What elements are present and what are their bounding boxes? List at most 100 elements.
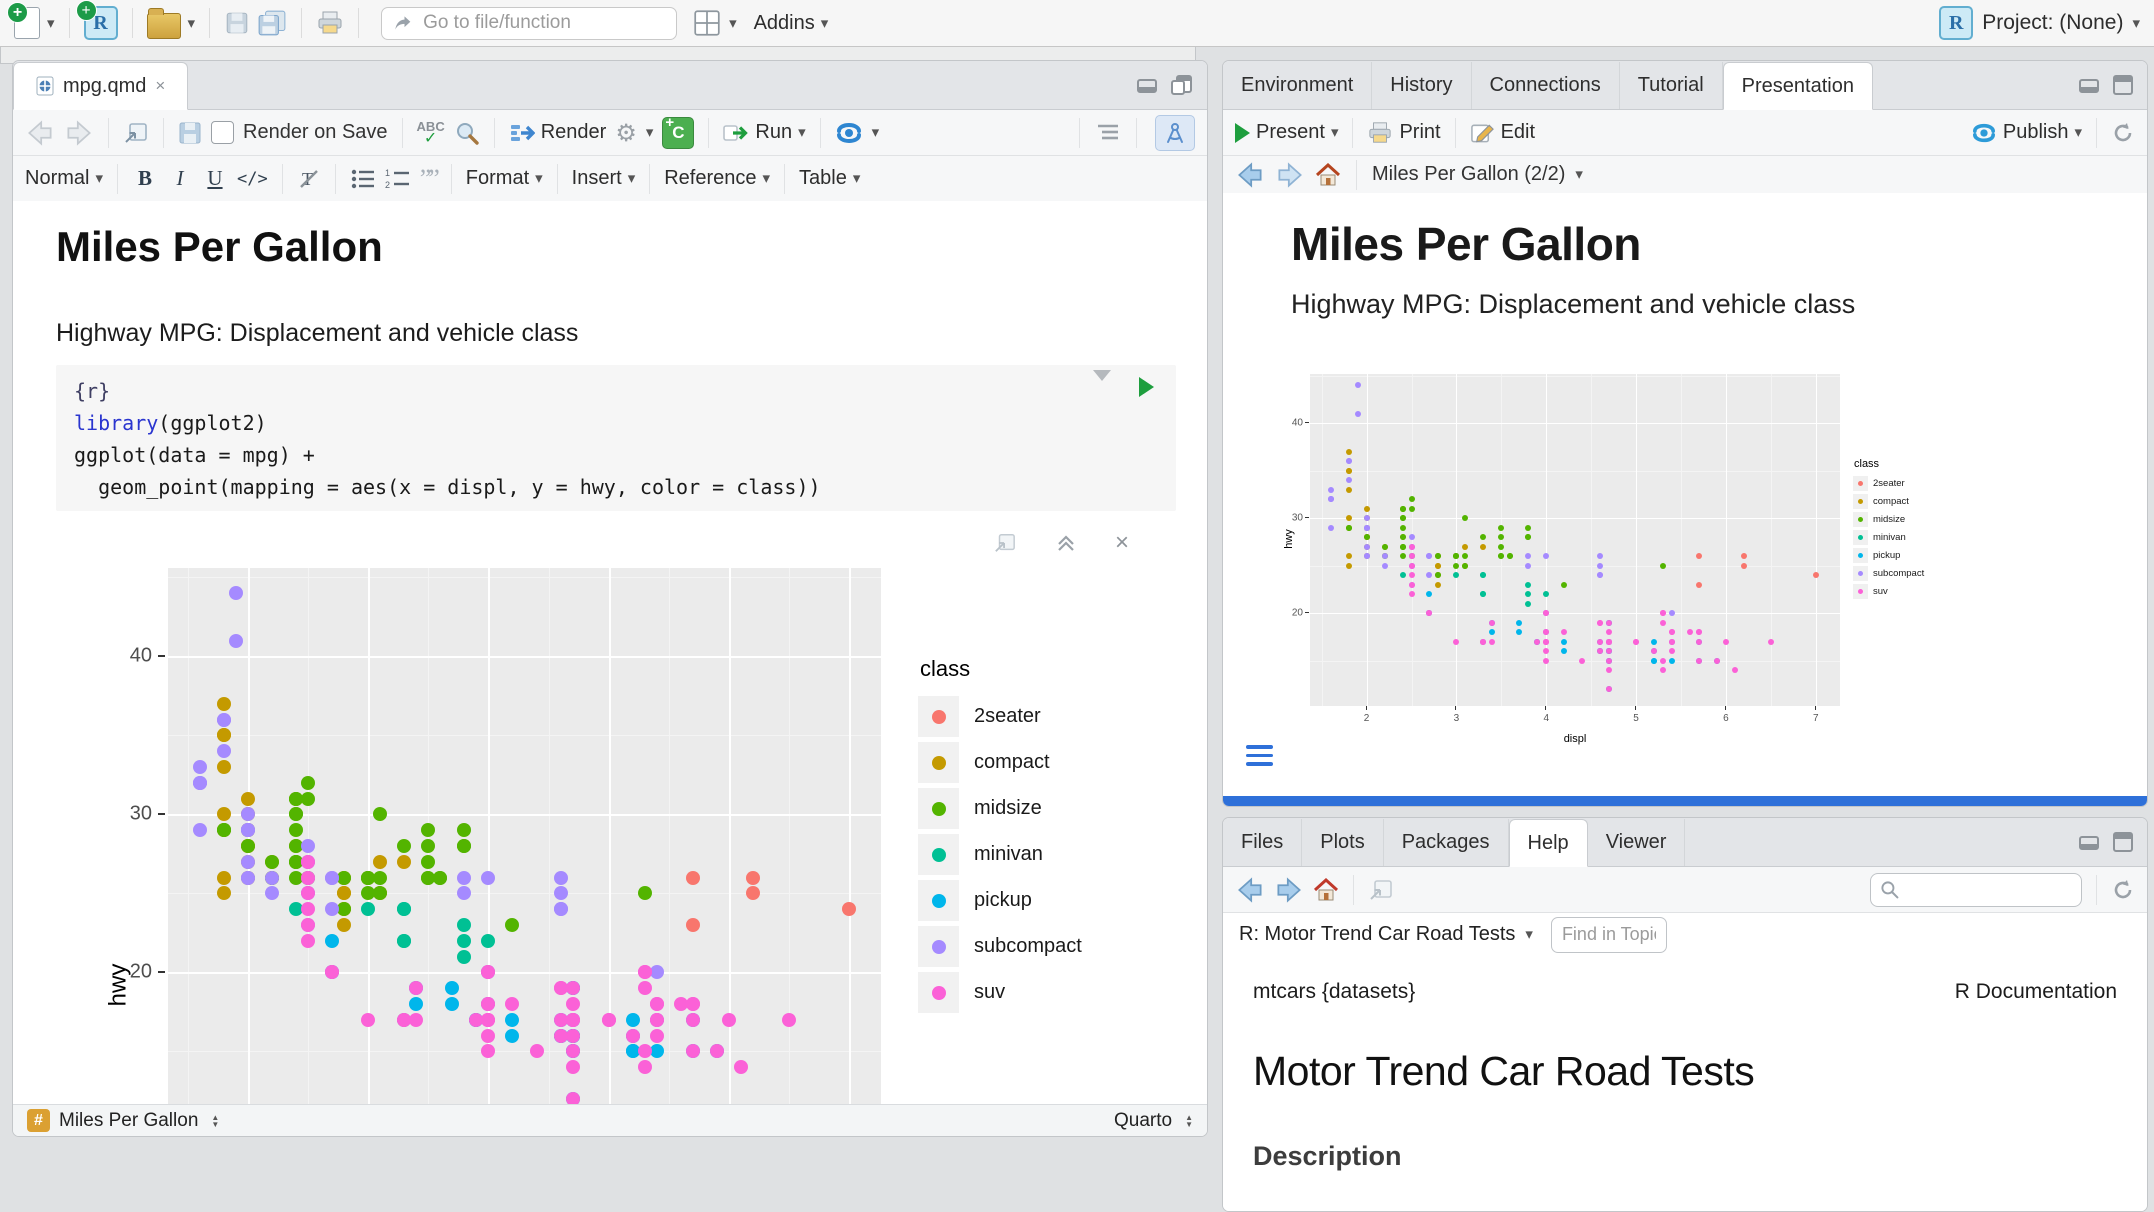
open-in-window-icon[interactable] bbox=[123, 121, 149, 145]
outline-toggle-icon[interactable] bbox=[1094, 122, 1122, 144]
paragraph-style-menu[interactable]: Normal ▾ bbox=[25, 167, 103, 190]
show-in-window-icon[interactable] bbox=[1368, 878, 1394, 902]
collapse-output-icon[interactable] bbox=[1055, 533, 1077, 553]
refresh-icon[interactable] bbox=[2111, 121, 2135, 145]
pane-resize-divider[interactable] bbox=[1223, 796, 2147, 806]
spellcheck-icon[interactable]: ABC ✓ bbox=[417, 121, 445, 145]
table-menu[interactable]: Table▾ bbox=[799, 167, 860, 190]
underline-button[interactable]: U bbox=[202, 166, 228, 191]
help-search-box[interactable] bbox=[1870, 873, 2082, 907]
data-point-pickup bbox=[1669, 658, 1675, 664]
save-doc-icon[interactable] bbox=[178, 121, 202, 145]
minimize-pane-icon[interactable] bbox=[2079, 76, 2101, 94]
tab-environment[interactable]: Environment bbox=[1223, 62, 1372, 109]
help-forward-icon[interactable] bbox=[1274, 877, 1304, 903]
numbered-list-icon[interactable]: 12 bbox=[385, 168, 411, 190]
panes-layout-caret[interactable]: ▾ bbox=[729, 16, 737, 31]
find-in-topic-input[interactable] bbox=[1551, 917, 1667, 953]
run-chunks-above-icon[interactable] bbox=[1093, 377, 1113, 397]
panes-layout-icon[interactable] bbox=[692, 8, 722, 38]
find-replace-icon[interactable] bbox=[454, 120, 480, 146]
clear-output-icon[interactable]: × bbox=[1115, 531, 1129, 555]
minimize-pane-icon[interactable] bbox=[2079, 833, 2101, 851]
insert-menu[interactable]: Insert▾ bbox=[572, 167, 636, 190]
new-file-caret[interactable]: ▾ bbox=[47, 16, 55, 31]
tab-tutorial[interactable]: Tutorial bbox=[1620, 62, 1723, 109]
new-file-icon[interactable]: + bbox=[14, 7, 40, 39]
data-point-subcompact bbox=[241, 807, 255, 821]
bullet-list-icon[interactable] bbox=[350, 168, 376, 190]
code-format-button[interactable]: </> bbox=[237, 169, 268, 189]
save-all-icon[interactable] bbox=[257, 9, 287, 37]
italic-button[interactable]: I bbox=[167, 166, 193, 191]
maximize-pane-icon[interactable] bbox=[1171, 75, 1193, 95]
close-tab-icon[interactable]: × bbox=[155, 76, 165, 96]
help-home-icon[interactable] bbox=[1313, 878, 1339, 902]
data-point-minivan bbox=[457, 918, 471, 932]
outline-selector[interactable]: Miles Per Gallon bbox=[59, 1110, 198, 1132]
reference-menu[interactable]: Reference▾ bbox=[664, 167, 770, 190]
blockquote-icon[interactable]: ”” bbox=[420, 174, 437, 184]
new-project-icon[interactable]: R+ bbox=[84, 6, 118, 40]
home-icon[interactable] bbox=[1315, 163, 1341, 187]
insert-chunk-icon[interactable]: C bbox=[662, 117, 694, 149]
doc-mode-arrows-icon[interactable]: ▲▼ bbox=[1185, 1114, 1193, 1128]
save-icon[interactable] bbox=[224, 10, 250, 36]
minimize-pane-icon[interactable] bbox=[1137, 76, 1159, 94]
tab-files[interactable]: Files bbox=[1223, 819, 1302, 866]
tab-presentation[interactable]: Presentation bbox=[1723, 62, 1873, 110]
help-search-input[interactable] bbox=[1906, 878, 2070, 901]
topic-caret[interactable]: ▾ bbox=[1525, 927, 1533, 942]
goto-file-input[interactable] bbox=[421, 11, 655, 35]
data-point-suv bbox=[566, 981, 580, 995]
slide-menu-icon[interactable] bbox=[1246, 745, 1273, 771]
render-on-save-checkbox[interactable] bbox=[211, 121, 234, 144]
tab-mpg-qmd[interactable]: mpg.qmd × bbox=[13, 62, 188, 110]
tab-history[interactable]: History bbox=[1372, 62, 1471, 109]
slide-selector-caret[interactable]: ▾ bbox=[1575, 167, 1583, 182]
visual-editor-toggle-icon[interactable] bbox=[1155, 115, 1195, 151]
forward-icon[interactable] bbox=[64, 120, 94, 146]
addins-menu[interactable]: Addins ▾ bbox=[754, 12, 829, 35]
doc-mode-selector[interactable]: Quarto bbox=[1114, 1110, 1172, 1132]
topic-selector[interactable]: R: Motor Trend Car Road Tests bbox=[1239, 923, 1515, 946]
help-refresh-icon[interactable] bbox=[2111, 878, 2135, 902]
open-file-caret[interactable]: ▾ bbox=[188, 16, 196, 31]
print-icon[interactable] bbox=[316, 10, 344, 36]
maximize-pane-icon[interactable] bbox=[2113, 832, 2133, 852]
render-settings-caret[interactable]: ▾ bbox=[646, 125, 654, 140]
back-icon[interactable] bbox=[25, 120, 55, 146]
bold-button[interactable]: B bbox=[132, 166, 158, 191]
project-label: Project: (None) bbox=[1982, 11, 2123, 35]
tab-viewer[interactable]: Viewer bbox=[1588, 819, 1686, 866]
edit-button[interactable]: Edit bbox=[1470, 121, 1535, 145]
data-point-suv bbox=[1543, 629, 1549, 635]
present-button[interactable]: Present ▾ bbox=[1235, 121, 1338, 144]
document-canvas[interactable]: Miles Per Gallon Highway MPG: Displaceme… bbox=[13, 201, 1207, 1104]
render-button[interactable]: Render bbox=[509, 121, 607, 144]
maximize-pane-icon[interactable] bbox=[2113, 75, 2133, 95]
print-button[interactable]: Print bbox=[1367, 121, 1440, 145]
goto-file-box[interactable] bbox=[381, 7, 677, 40]
code-chunk[interactable]: {r}library(ggplot2)ggplot(data = mpg) + … bbox=[56, 365, 1176, 511]
slide-back-icon[interactable] bbox=[1235, 162, 1265, 188]
publish-button[interactable]: Publish ▾ bbox=[1971, 121, 2082, 144]
project-menu[interactable]: R Project: (None) ▾ bbox=[1939, 6, 2140, 40]
rerun-icon[interactable] bbox=[835, 121, 863, 145]
tab-connections[interactable]: Connections bbox=[1472, 62, 1620, 109]
slide-selector[interactable]: Miles Per Gallon (2/2) bbox=[1372, 163, 1565, 186]
outline-selector-arrows-icon[interactable]: ▲▼ bbox=[211, 1114, 219, 1128]
render-settings-gear-icon[interactable]: ⚙ bbox=[615, 119, 637, 147]
rerun-caret[interactable]: ▾ bbox=[872, 125, 880, 140]
slide-forward-icon[interactable] bbox=[1275, 162, 1305, 188]
run-menu[interactable]: Run ▾ bbox=[723, 121, 805, 144]
clear-formatting-icon[interactable]: T bbox=[297, 167, 321, 191]
tab-packages[interactable]: Packages bbox=[1384, 819, 1509, 866]
tab-help[interactable]: Help bbox=[1509, 819, 1588, 867]
open-file-icon[interactable] bbox=[147, 8, 181, 39]
run-chunk-icon[interactable] bbox=[1139, 377, 1154, 397]
format-menu[interactable]: Format▾ bbox=[466, 167, 543, 190]
popout-plot-icon[interactable] bbox=[993, 532, 1017, 554]
help-back-icon[interactable] bbox=[1235, 877, 1265, 903]
tab-plots[interactable]: Plots bbox=[1302, 819, 1383, 866]
